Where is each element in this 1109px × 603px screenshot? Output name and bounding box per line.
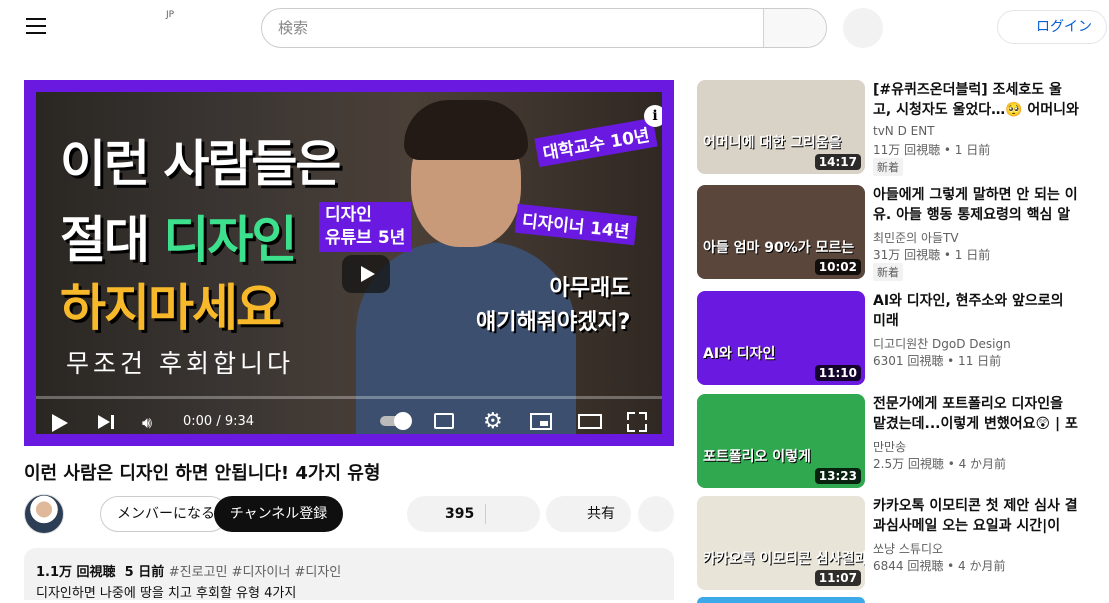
captions-icon[interactable]	[434, 413, 454, 429]
recommendation-thumbnail[interactable]: 포트폴리오 이렇게 13:23	[697, 394, 865, 488]
recommendation-thumbnail[interactable]: 아들 엄마 90%가 모르는 10:02	[697, 185, 865, 279]
recommendation-title[interactable]: 전문가에게 포트폴리오 디자인을 맡겼는데...이렇게 변했어요😲 | 포폴…	[873, 394, 1079, 434]
gear-icon[interactable]: ⚙	[483, 409, 503, 434]
recommendation-meta: 6301 回視聴 • 11 日前	[873, 354, 1002, 368]
channel-avatar[interactable]	[24, 494, 64, 534]
like-dislike-group[interactable]: 395	[407, 496, 540, 532]
login-label: ログイン	[1036, 19, 1092, 35]
recommendation-item[interactable]: 포트폴리오 이렇게 13:23 전문가에게 포트폴리오 디자인을 맡겼는데...이렇…	[697, 394, 1097, 490]
thumb-headline-2a: 절대	[60, 211, 164, 269]
member-button[interactable]: メンバーになる	[100, 496, 228, 532]
recommendation-title[interactable]: 아들에게 그렇게 말하면 안 되는 이유. 아들 행동 통제요령의 핵심 알려…	[873, 185, 1079, 225]
thumb-headline-2b: 디자인	[163, 211, 297, 269]
thumb-headline-1: 이런 사람들은	[60, 135, 341, 193]
duration-badge: 10:02	[814, 259, 861, 275]
recommendation-title[interactable]: [#유퀴즈온더블럭] 조세호도 울고, 시청자도 울었다…🥺 어머니와 이별…	[873, 80, 1079, 120]
thumb-headline-3: 하지마세요	[60, 279, 282, 337]
time-display: 0:00 / 9:34	[183, 414, 255, 429]
login-button[interactable]: ログイン	[997, 10, 1107, 44]
like-count: 395	[445, 506, 475, 522]
recommendation-channel[interactable]: 쏘냥 스튜디오	[873, 540, 943, 557]
thumbnail-text: 아들 엄마 90%가 모르는	[703, 240, 855, 256]
recommendation-meta: 11万 回視聴 • 1 日前	[873, 143, 991, 157]
progress-bar[interactable]	[36, 396, 662, 399]
more-actions-button[interactable]	[638, 496, 674, 532]
fullscreen-icon[interactable]	[627, 412, 647, 432]
recommendation-channel[interactable]: 만만송	[873, 438, 906, 455]
thumbnail-text: 어머니에 대한 그리움을	[703, 135, 842, 151]
new-badge: 新着	[873, 263, 903, 281]
theater-mode-icon[interactable]	[578, 414, 602, 429]
description-meta: 1.1万 回視聴 5 日前 #진로고민 #디자이너 #디자인	[36, 561, 341, 580]
search-input[interactable]	[262, 9, 768, 47]
search-button[interactable]	[763, 9, 826, 47]
recommendation-meta: 6844 回視聴 • 4 か月前	[873, 559, 1006, 573]
video-frame[interactable]: 이런 사람들은 절대 디자인 하지마세요 무조건 후회합니다 대학교수 10년 …	[36, 92, 662, 434]
recommendation-channel[interactable]: 디고디원찬 DgoD Design	[873, 335, 1011, 352]
thumbnail-text: AI와 디자인	[703, 346, 776, 362]
search-box	[261, 8, 827, 48]
recommendation-item[interactable]: AI와 디자인 11:10 AI와 디자인, 현주소와 앞으로의 미래디고디원찬 D…	[697, 291, 1097, 387]
top-bar: JP ログイン	[0, 0, 1109, 56]
thumb-tag-youtube-line1: 디자인	[325, 205, 372, 225]
description-text: 디자인하면 나중에 땅을 치고 후회할 유형 4가지	[36, 586, 297, 601]
recommendation-thumbnail[interactable]: 어머니에 대한 그리움을 14:17	[697, 80, 865, 174]
thumb-quote-line2: 얘기해줘야겠지?	[476, 310, 631, 335]
voice-search-button[interactable]	[843, 8, 883, 48]
recommendation-item[interactable]: 아들 엄마 90%가 모르는 10:02 아들에게 그렇게 말하면 안 되는 이유.…	[697, 185, 1097, 281]
recommendation-channel[interactable]: 최민준의 아들TV	[873, 229, 959, 246]
video-player[interactable]: 이런 사람들은 절대 디자인 하지마세요 무조건 후회합니다 대학교수 10년 …	[24, 80, 674, 446]
recommendation-meta: 2.5万 回視聴 • 4 か月前	[873, 457, 1007, 471]
thumbnail-text: 카카오톡 이모티콘 심사결과	[703, 551, 865, 567]
duration-badge: 13:23	[814, 468, 861, 484]
thumb-tag-youtube: 디자인유튜브 5년	[319, 202, 412, 252]
thumbnail-text: 포트폴리오 이렇게	[703, 449, 811, 465]
subscribe-button[interactable]: チャンネル登録	[214, 496, 343, 532]
recommendation-thumbnail[interactable]: 카카오톡 이모티콘 심사결과 11:07	[697, 496, 865, 590]
recommendation-item[interactable]: 어머니에 대한 그리움을 14:17 [#유퀴즈온더블럭] 조세호도 울고, 시청자…	[697, 80, 1097, 176]
duration-badge: 11:10	[814, 365, 861, 381]
thumb-tag-youtube-line2: 유튜브 5년	[325, 228, 406, 248]
hashtags[interactable]: #진로고민 #디자이너 #디자인	[169, 565, 342, 580]
thumb-quote: 아무래도얘기해줘야겠지?	[476, 272, 630, 340]
upload-date: 5 日前	[124, 565, 165, 580]
large-play-icon[interactable]	[342, 255, 390, 293]
miniplayer-icon[interactable]	[530, 413, 552, 430]
video-title: 이런 사람은 디자인 하면 안됩니다! 4가지 유형	[24, 463, 381, 484]
volume-icon[interactable]: 🔊︎	[142, 413, 152, 433]
recommendation-channel[interactable]: tvN D ENT	[873, 124, 935, 138]
recommendation-title[interactable]: 카카오톡 이모티콘 첫 제안 심사 결과심사메일 오는 요일과 시간|이모…	[873, 496, 1079, 536]
duration-badge: 14:17	[814, 154, 861, 170]
recommendation-item[interactable]: 카카오톡 이모티콘 심사결과 11:07 카카오톡 이모티콘 첫 제안 심사 결과심…	[697, 496, 1097, 592]
duration-badge: 11:07	[814, 570, 861, 586]
hamburger-menu-icon[interactable]	[26, 18, 46, 34]
info-icon[interactable]: i	[644, 105, 662, 127]
recommendation-thumbnail[interactable]: AI와 디자인 11:10	[697, 291, 865, 385]
share-button[interactable]: 共有	[546, 496, 631, 532]
thumb-headline-2: 절대 디자인	[60, 200, 297, 272]
region-code: JP	[166, 10, 175, 20]
new-badge: 新着	[873, 158, 903, 176]
thumb-subline: 무조건 후회합니다	[66, 349, 294, 378]
recommendation-meta: 31万 回視聴 • 1 日前	[873, 248, 991, 262]
recommendation-title[interactable]: AI와 디자인, 현주소와 앞으로의 미래	[873, 291, 1079, 331]
autoplay-toggle[interactable]	[380, 412, 412, 430]
description-box[interactable]: 1.1万 回視聴 5 日前 #진로고민 #디자이너 #디자인 디자인하면 나중에…	[24, 548, 674, 601]
next-icon[interactable]	[36, 404, 126, 440]
thumb-quote-line1: 아무래도	[549, 276, 631, 301]
like-divider	[485, 504, 486, 524]
player-controls: 🔊︎ 0:00 / 9:34 ⚙	[36, 404, 662, 440]
next-thumbnail-edge[interactable]	[697, 597, 865, 603]
view-count: 1.1万 回視聴	[36, 565, 116, 580]
